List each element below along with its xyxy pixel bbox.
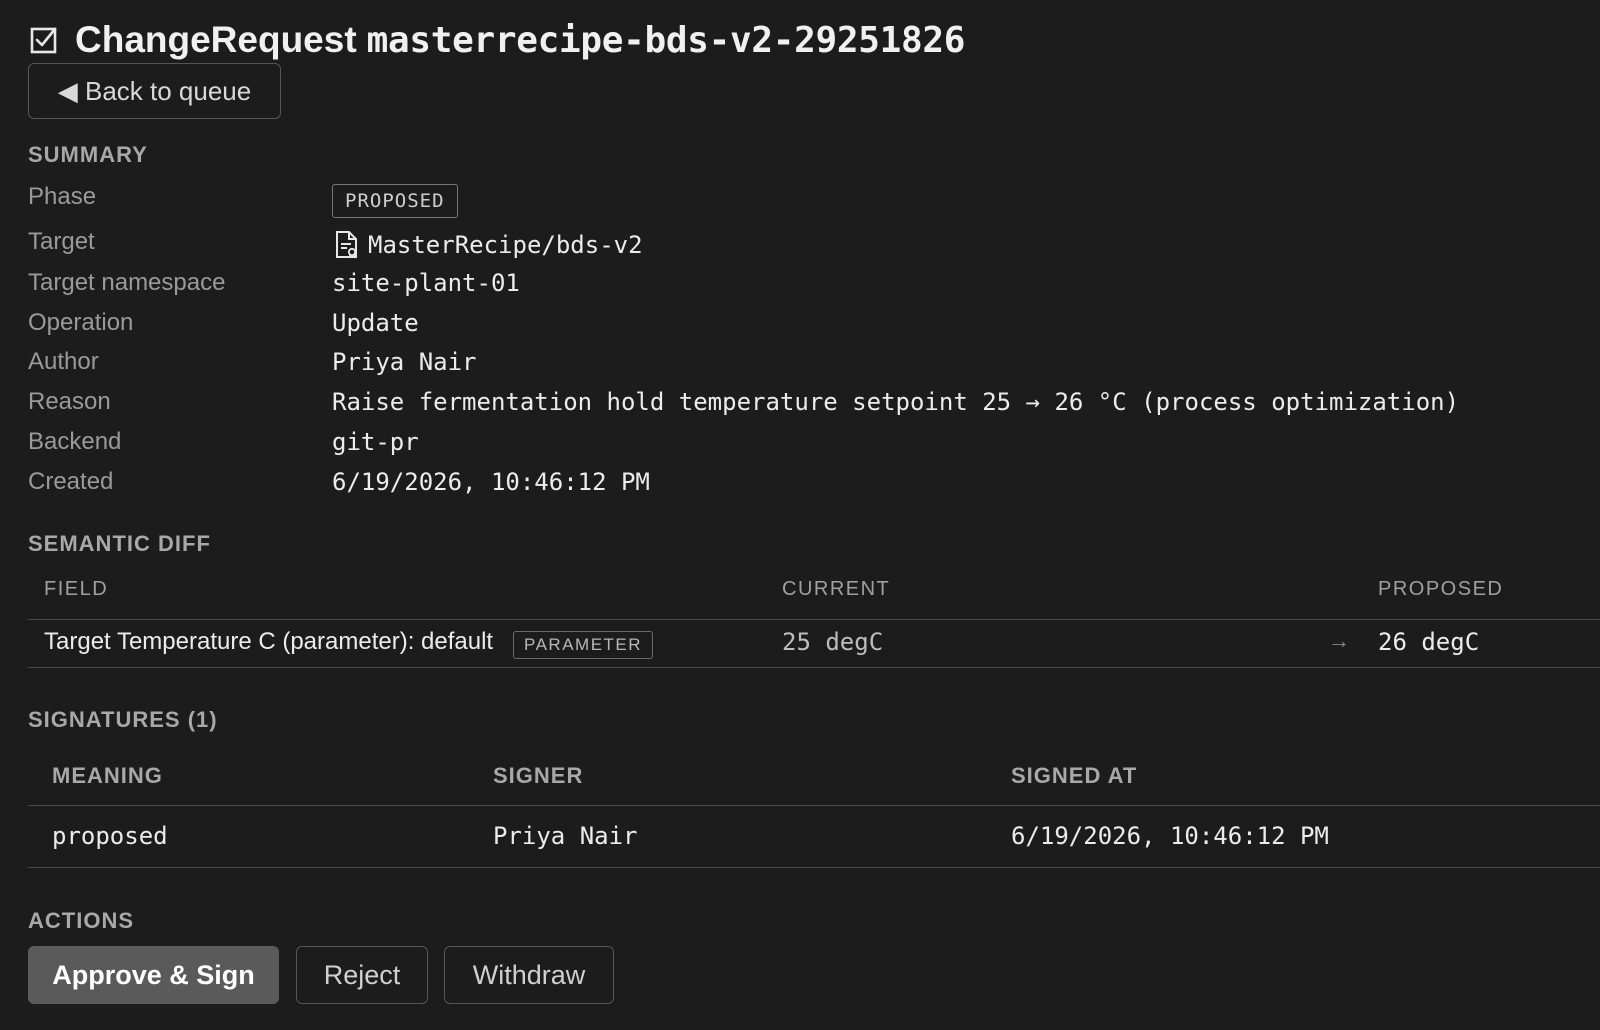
signature-signer: Priya Nair [493, 822, 638, 850]
signatures-column-signed-at: SIGNED AT [1011, 763, 1138, 788]
approve-and-sign-button[interactable]: Approve & Sign [28, 946, 279, 1004]
diff-header-divider [28, 619, 1600, 620]
backend-value: git-pr [332, 428, 419, 456]
diff-current-value: 25 degC [782, 628, 884, 656]
parameter-badge: PARAMETER [513, 631, 654, 659]
author-value: Priya Nair [332, 348, 477, 376]
arrow-right-icon: → [1328, 628, 1350, 653]
summary-heading: SUMMARY [28, 142, 148, 167]
author-label: Author [28, 348, 99, 375]
signatures-column-signer: SIGNER [493, 763, 584, 788]
signatures-row-divider [28, 867, 1600, 868]
diff-row-divider [28, 667, 1600, 668]
page-title: ChangeRequest masterrecipe-bds-v2-292518… [28, 16, 965, 64]
actions-heading: ACTIONS [28, 908, 134, 933]
checkbox-checked-icon [28, 23, 62, 57]
resource-kind: ChangeRequest [75, 19, 357, 60]
namespace-value: site-plant-01 [332, 269, 520, 297]
created-value: 6/19/2026, 10:46:12 PM [332, 468, 650, 496]
created-label: Created [28, 468, 114, 495]
semantic-diff-heading: SEMANTIC DIFF [28, 531, 211, 556]
operation-value: Update [332, 309, 419, 337]
namespace-label: Target namespace [28, 269, 226, 296]
reason-label: Reason [28, 388, 111, 415]
back-to-queue-button[interactable]: ◀ Back to queue [28, 63, 281, 119]
signatures-heading: SIGNATURES (1) [28, 707, 218, 732]
diff-field-name: Target Temperature C (parameter): defaul… [44, 628, 494, 655]
signatures-column-meaning: MEANING [52, 763, 163, 788]
phase-label: Phase [28, 183, 97, 210]
withdraw-button[interactable]: Withdraw [444, 946, 614, 1004]
operation-label: Operation [28, 309, 134, 336]
document-icon [334, 230, 360, 260]
reject-button[interactable]: Reject [296, 946, 428, 1004]
target-label: Target [28, 228, 95, 255]
target-text: MasterRecipe/bds-v2 [368, 231, 643, 259]
signatures-header-divider [28, 805, 1600, 806]
diff-column-proposed: PROPOSED [1378, 578, 1504, 600]
signature-meaning: proposed [52, 822, 168, 850]
signature-signed-at: 6/19/2026, 10:46:12 PM [1011, 822, 1329, 850]
backend-label: Backend [28, 428, 122, 455]
reason-value: Raise fermentation hold temperature setp… [332, 388, 1460, 416]
diff-column-field: FIELD [44, 578, 109, 600]
resource-name: masterrecipe-bds-v2-29251826 [366, 19, 966, 61]
diff-column-current: CURRENT [782, 578, 891, 600]
phase-badge: PROPOSED [332, 184, 458, 218]
target-value: MasterRecipe/bds-v2 [334, 230, 643, 260]
diff-proposed-value: 26 degC [1378, 628, 1480, 656]
